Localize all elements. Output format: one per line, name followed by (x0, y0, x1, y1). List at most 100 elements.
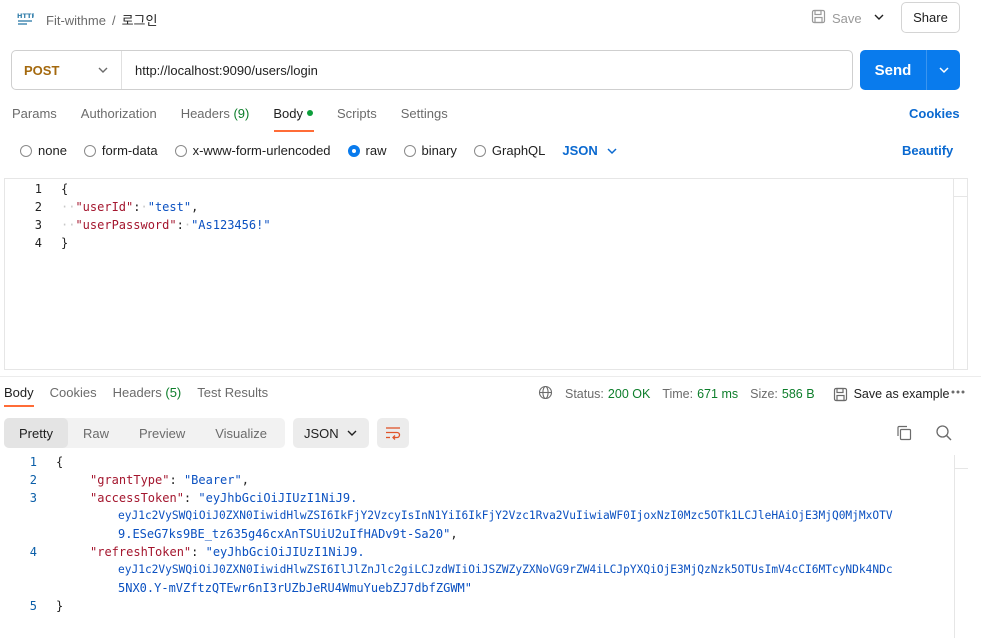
json-value: "test" (147, 200, 192, 214)
cookies-link[interactable]: Cookies (909, 106, 960, 121)
json-value: "eyJhbGciOiJIUzI1NiJ9. (205, 545, 365, 559)
request-body-editor[interactable]: 1{ 2 ··"userId":·"test", 3 ··"userPassword… (4, 178, 968, 370)
url-input[interactable]: http://localhost:9090/users/login (122, 63, 318, 78)
tab-authorization[interactable]: Authorization (81, 106, 157, 126)
code-brace: } (56, 599, 64, 613)
radio-circle (403, 144, 416, 157)
response-tab-cookies[interactable]: Cookies (50, 385, 97, 400)
radio-urlencoded[interactable]: x-www-form-urlencoded (174, 143, 331, 158)
json-key: "userPassword" (75, 218, 177, 232)
editor-scrollbar[interactable] (953, 179, 967, 369)
status-label: Status: (565, 387, 604, 401)
radio-raw[interactable]: raw (347, 143, 387, 158)
line-number: 3 (29, 491, 37, 505)
headers-count: (9) (233, 106, 250, 121)
request-name[interactable]: 로그인 (122, 13, 158, 28)
radio-graphql[interactable]: GraphQL (473, 143, 545, 158)
response-status-row: Status: 200 OK Time: 671 ms Size: 586 B Sav… (538, 385, 949, 403)
save-button[interactable]: Save (811, 7, 862, 29)
send-options-chevron-down-icon[interactable] (927, 50, 960, 90)
size-value: 586 B (781, 387, 815, 401)
response-view-modes: Pretty Raw Preview Visualize (4, 418, 285, 448)
svg-text:HTTP: HTTP (17, 12, 34, 20)
json-key: "accessToken" (90, 491, 184, 505)
chevron-down-icon (347, 430, 357, 436)
tab-settings[interactable]: Settings (401, 106, 448, 126)
send-button-group: Send (860, 50, 960, 90)
method-label: POST (24, 62, 60, 78)
json-value-continued: eyJ1c2VySWQiOiJ0ZXN0IiwidHlwZSI6IlJlZnJl… (118, 563, 893, 576)
method-select[interactable]: POST (12, 51, 122, 89)
active-response-tab-indicator (4, 405, 34, 407)
radio-none[interactable]: none (20, 143, 67, 158)
radio-urlencoded-label: x-www-form-urlencoded (192, 143, 331, 158)
tab-params[interactable]: Params (12, 106, 57, 126)
view-pretty-button[interactable]: Pretty (4, 418, 68, 448)
breadcrumb-collection[interactable]: Fit-withme (46, 13, 106, 28)
code-brace: } (61, 236, 69, 250)
radio-circle (473, 144, 486, 157)
code-brace: { (56, 455, 64, 469)
search-icon[interactable] (935, 424, 953, 445)
globe-icon[interactable] (538, 385, 553, 403)
tab-scripts[interactable]: Scripts (337, 106, 377, 126)
line-number: 2 (34, 200, 42, 214)
response-headers-count: (5) (165, 385, 182, 400)
send-button[interactable]: Send (860, 50, 926, 90)
response-tab-test-results[interactable]: Test Results (197, 385, 268, 400)
response-tab-headers-label: Headers (112, 385, 162, 400)
tab-headers[interactable]: Headers (9) (181, 106, 250, 126)
line-number: 2 (29, 473, 37, 487)
view-raw-button[interactable]: Raw (68, 418, 124, 448)
view-visualize-button[interactable]: Visualize (200, 418, 282, 448)
more-horizontal-icon[interactable] (950, 385, 966, 402)
body-modified-dot (306, 110, 313, 116)
json-value: "As123456!" (191, 218, 271, 232)
line-number: 4 (34, 236, 42, 250)
chevron-down-icon (98, 67, 108, 73)
response-format-label: JSON (304, 425, 339, 441)
size-label: Size: (750, 387, 778, 401)
json-key: "userId" (75, 200, 134, 214)
tab-body[interactable]: Body (273, 106, 313, 126)
radio-binary-label: binary (421, 143, 457, 158)
json-value: "Bearer" (183, 473, 242, 487)
response-time[interactable]: Time: 671 ms (662, 387, 738, 401)
code-brace: { (61, 182, 69, 196)
tab-body-label: Body (273, 106, 303, 121)
pane-divider[interactable] (0, 376, 981, 377)
wrap-lines-icon[interactable] (377, 418, 409, 448)
json-value: "eyJhbGciOiJIUzI1NiJ9. (198, 491, 358, 505)
response-tab-body[interactable]: Body (4, 385, 34, 400)
http-file-icon: HTTP (16, 9, 36, 27)
radio-binary[interactable]: binary (403, 143, 457, 158)
tab-headers-label: Headers (180, 106, 230, 121)
response-format-select[interactable]: JSON (293, 418, 369, 448)
view-preview-button[interactable]: Preview (124, 418, 200, 448)
json-value-continued: 5NX0.Y-mVZftzQTEwr6nI3rUZbJeRU4WmuYuebZJ… (118, 581, 473, 595)
save-as-example-button[interactable]: Save as example (833, 387, 950, 402)
status-code[interactable]: Status: 200 OK (565, 387, 650, 401)
body-type-selector: none form-data x-www-form-urlencoded raw… (20, 143, 618, 158)
save-icon (811, 9, 826, 27)
response-body-viewer[interactable]: 1{ 2 "grantType": "Bearer", 3 "accessToken… (0, 455, 968, 638)
save-label: Save (832, 10, 862, 26)
json-value-continued: eyJ1c2VySWQiOiJ0ZXN0IiwidHlwZSI6IkFjY2Vz… (118, 509, 893, 522)
response-size[interactable]: Size: 586 B (750, 387, 814, 401)
radio-form-data[interactable]: form-data (83, 143, 158, 158)
copy-icon[interactable] (895, 424, 913, 445)
line-number: 1 (29, 455, 37, 469)
response-scrollbar[interactable] (954, 455, 968, 638)
beautify-button[interactable]: Beautify (902, 143, 953, 158)
radio-circle (83, 144, 96, 157)
status-value: 200 OK (607, 387, 651, 401)
body-format-select[interactable]: JSON (562, 143, 617, 158)
share-button[interactable]: Share (901, 2, 960, 33)
response-tab-headers[interactable]: Headers (5) (113, 385, 182, 400)
save-options-chevron-down-icon[interactable] (872, 10, 886, 27)
radio-circle (20, 144, 32, 157)
line-number: 5 (29, 599, 37, 613)
line-number: 3 (34, 218, 42, 232)
save-as-example-label: Save as example (853, 387, 950, 401)
response-tabs: Body Cookies Headers (5) Test Results (4, 385, 284, 400)
